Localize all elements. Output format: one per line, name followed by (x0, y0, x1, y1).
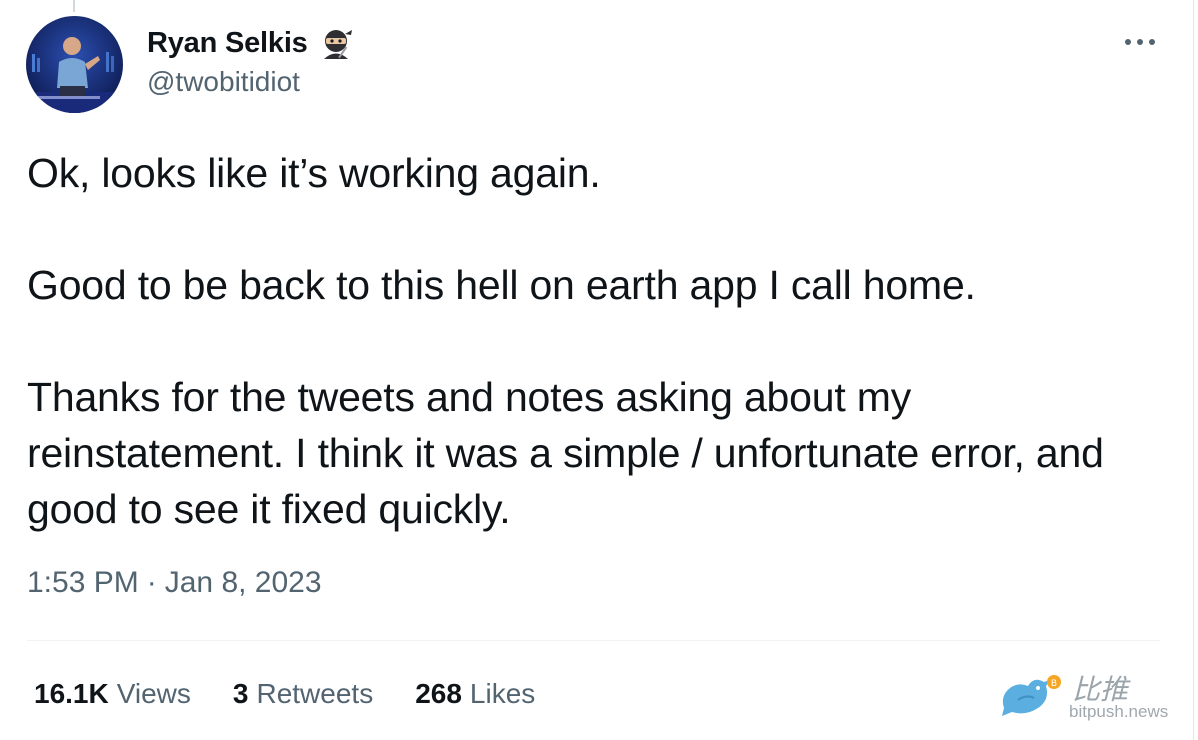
author-display-name[interactable]: Ryan Selkis (147, 27, 308, 60)
likes-label: Likes (469, 678, 536, 709)
ninja-icon (318, 26, 354, 60)
timestamp-time: 1:53 PM (27, 566, 139, 599)
bitpush-watermark: B 比推 bitpush.news (998, 666, 1188, 726)
tweet-paragraph: Ok, looks like it’s working again. (27, 150, 601, 196)
avatar-photo (26, 16, 123, 113)
timestamp-date: Jan 8, 2023 (164, 566, 322, 599)
svg-text:B: B (1051, 679, 1057, 689)
stats-divider (27, 640, 1160, 641)
more-options-button[interactable] (1122, 28, 1158, 56)
tweet-timestamp[interactable]: 1:53 PM · Jan 8, 2023 (27, 566, 322, 600)
engagement-stats: 16.1K Views 3 Retweets 268 Likes (34, 678, 535, 710)
watermark-domain: bitpush.news (1069, 702, 1169, 721)
tweet-paragraph: Good to be back to this hell on earth ap… (27, 262, 976, 308)
tweet-text: Ok, looks like it’s working again. Good … (27, 145, 1167, 537)
bitpush-bird-icon: B (1002, 675, 1061, 716)
card-right-border (1193, 0, 1194, 740)
tweet-paragraph: Thanks for the tweets and notes asking a… (27, 374, 1104, 532)
avatar[interactable] (26, 16, 123, 113)
retweets-label: Retweets (256, 678, 374, 709)
author-handle[interactable]: @twobitidiot (147, 66, 354, 98)
likes-stat[interactable]: 268 Likes (415, 678, 535, 710)
views-stat[interactable]: 16.1K Views (34, 678, 191, 710)
author-block: Ryan Selkis @twobitidiot (147, 26, 354, 98)
retweets-count: 3 (232, 678, 249, 709)
thread-connector-line (73, 0, 75, 12)
views-count: 16.1K (34, 678, 109, 709)
timestamp-separator: · (146, 566, 157, 599)
likes-count: 268 (415, 678, 462, 709)
more-horizontal-icon (1125, 39, 1155, 45)
views-label: Views (116, 678, 191, 709)
tweet-card: Ryan Selkis @twobitidiot Ok, looks like … (0, 0, 1198, 740)
author-name-row: Ryan Selkis (147, 26, 354, 60)
retweets-stat[interactable]: 3 Retweets (233, 678, 373, 710)
